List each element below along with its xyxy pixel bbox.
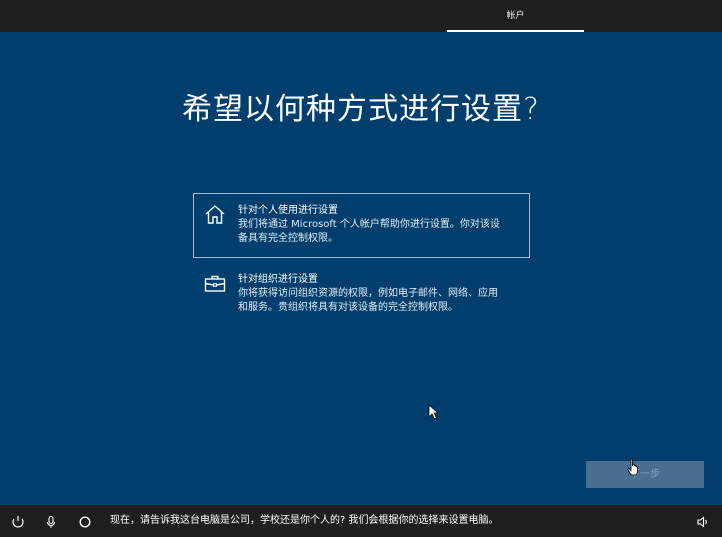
briefcase-icon xyxy=(203,272,227,296)
option-organization-desc-line2: 和服务。贵组织将具有对该设备的完全控制权限。 xyxy=(238,302,458,313)
option-organization-heading: 针对组织进行设置 xyxy=(238,274,318,285)
option-personal-use[interactable]: 针对个人使用进行设置 我们将通过 Microsoft 个人帐户帮助你进行设置。你… xyxy=(193,193,530,258)
oobe-screen: 帐户 希望以何种方式进行设置? 针对个人使用进行设置 我们将通过 Microso… xyxy=(0,0,722,537)
home-icon xyxy=(203,203,227,227)
mouse-pointer-icon xyxy=(428,404,440,420)
next-button[interactable]: 下一步 xyxy=(586,461,704,488)
microphone-icon[interactable] xyxy=(44,514,58,528)
top-bar: 帐户 xyxy=(0,0,722,32)
ease-of-access-icon[interactable] xyxy=(11,514,25,528)
option-personal-heading: 针对个人使用进行设置 xyxy=(238,205,338,216)
option-organization-desc-line1: 你将获得访问组织资源的权限，例如电子邮件、网络、应用 xyxy=(238,288,498,299)
cortana-icon[interactable] xyxy=(78,514,92,528)
tab-account: 帐户 xyxy=(447,0,584,32)
option-personal-desc-line2: 备具有完全控制权限。 xyxy=(238,233,338,244)
volume-icon[interactable] xyxy=(696,514,710,528)
option-personal-desc-line1: 我们将通过 Microsoft 个人帐户帮助你进行设置。你对该设 xyxy=(238,219,500,230)
page-title: 希望以何种方式进行设置? xyxy=(182,92,540,127)
cortana-status-text: 现在，请告诉我这台电脑是公司，学校还是你个人的? 我们会根据你的选择来设置电脑。 xyxy=(110,515,499,526)
hand-pointer-icon xyxy=(627,458,641,476)
option-organization[interactable]: 针对组织进行设置 你将获得访问组织资源的权限，例如电子邮件、网络、应用 和服务。… xyxy=(193,262,530,320)
bottom-bar: 现在，请告诉我这台电脑是公司，学校还是你个人的? 我们会根据你的选择来设置电脑。 xyxy=(0,505,722,537)
